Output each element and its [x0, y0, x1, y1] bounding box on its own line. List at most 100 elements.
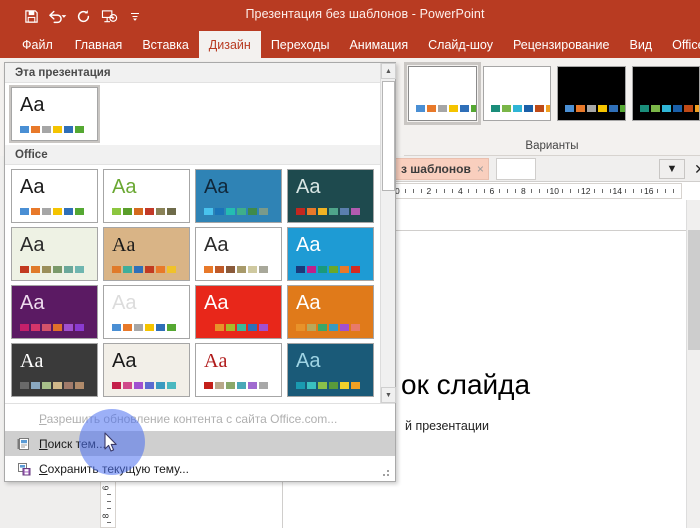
mouse-cursor: [104, 432, 119, 459]
theme-row: Aa Aa Aa Aa: [5, 281, 395, 339]
menu-item-1[interactable]: Поиск тем...: [5, 431, 395, 456]
ruler-tick: [107, 501, 111, 502]
gallery-scrollbar[interactable]: ▲ ▼: [380, 63, 396, 403]
ribbon-tab-7[interactable]: Рецензирование: [503, 31, 620, 58]
close-icon[interactable]: ✕: [687, 159, 700, 179]
scroll-up-icon[interactable]: ▲: [381, 63, 396, 79]
variant-swatches: [565, 105, 625, 112]
ruler-tick: [444, 189, 446, 193]
office-new-tab-button[interactable]: [496, 158, 536, 180]
theme-thumbnail-15[interactable]: Aa: [287, 343, 374, 397]
gallery-scrollbar-thumb[interactable]: [382, 81, 395, 191]
theme-thumbnail-12[interactable]: Aa: [11, 343, 98, 397]
theme-preview-text: Aa: [20, 176, 45, 198]
theme-preview-text: Aa: [204, 176, 229, 198]
ruler-tick: [515, 189, 517, 193]
theme-thumbnail-8[interactable]: Aa: [11, 285, 98, 339]
title-bar: Презентация без шаблонов - PowerPoint: [0, 0, 700, 31]
theme-preview-text: Aa: [204, 234, 229, 256]
ruler-tick: [420, 189, 422, 193]
ruler-tick: [412, 189, 414, 193]
ruler-tick: [404, 189, 406, 193]
theme-preview-text: Aa: [296, 292, 321, 314]
theme-thumbnail-13[interactable]: Aa: [103, 343, 190, 397]
ruler-tick: [601, 189, 603, 193]
variant-swatches: [490, 105, 551, 112]
slide-editing-area[interactable]: ок слайда й презентации: [282, 200, 700, 528]
office-tab-item[interactable]: з шаблонов ×: [392, 158, 489, 180]
theme-swatches: [20, 324, 84, 331]
variant-thumbnail-3[interactable]: [631, 66, 700, 121]
browse-themes-icon: [13, 435, 33, 453]
ruler-tick-label: 12: [581, 186, 591, 196]
ruler-tick: [593, 189, 595, 193]
ruler-tick-label: 8: [521, 186, 526, 196]
menu-item-0: Разрешить обновление контента с сайта Of…: [5, 406, 395, 431]
ruler-tick: [475, 189, 477, 193]
theme-thumbnail-9[interactable]: Aa: [103, 285, 190, 339]
theme-thumbnail-7[interactable]: Aa: [287, 227, 374, 281]
ruler-tick: [625, 189, 627, 193]
theme-swatches: [112, 208, 176, 215]
theme-swatches: [296, 266, 360, 273]
horizontal-ruler: 0 2 4 6 8 10 12 14 16: [392, 183, 682, 199]
current-theme-thumbnail[interactable]: Aa: [9, 85, 100, 143]
menu-divider: [5, 403, 395, 404]
themes-gallery-dropdown: Эта презентация Aa Office Aa Aa Aa Aa Aa Aa Aa…: [4, 62, 396, 482]
slide-title-placeholder[interactable]: ок слайда: [401, 369, 530, 401]
theme-swatches: [296, 382, 360, 389]
ruler-tick-label: 4: [458, 186, 463, 196]
ribbon-tab-1[interactable]: Главная: [65, 31, 133, 58]
theme-thumbnail-0[interactable]: Aa: [11, 169, 98, 223]
theme-thumbnail-2[interactable]: Aa: [195, 169, 282, 223]
ruler-tick-label: 8: [100, 513, 111, 519]
ruler-tick-label: 2: [426, 186, 432, 196]
theme-preview-text: Aa: [112, 234, 136, 256]
ruler-tick: [546, 189, 548, 193]
variant-thumbnail-1[interactable]: [482, 66, 551, 121]
slide-subtitle-placeholder[interactable]: й презентации: [405, 419, 489, 433]
theme-preview-text: Aa: [20, 350, 44, 372]
variant-thumbnail-0[interactable]: [404, 62, 481, 125]
ruler-tick: [483, 189, 485, 193]
window-title: Презентация без шаблонов - PowerPoint: [245, 7, 485, 21]
ruler-tick: [570, 189, 572, 193]
ribbon-tab-8[interactable]: Вид: [619, 31, 662, 58]
ruler-tick: [530, 189, 532, 193]
theme-thumbnail-14[interactable]: Aa: [195, 343, 282, 397]
resize-grip[interactable]: [381, 468, 391, 478]
theme-thumbnail-1[interactable]: Aa: [103, 169, 190, 223]
ribbon-tab-3[interactable]: Дизайн: [198, 31, 261, 58]
theme-swatches: [20, 208, 84, 215]
scrollbar-thumb[interactable]: [688, 230, 700, 350]
theme-thumbnail-3[interactable]: Aa: [287, 169, 374, 223]
theme-thumbnail-5[interactable]: Aa: [103, 227, 190, 281]
theme-thumbnail-6[interactable]: Aa: [195, 227, 282, 281]
vertical-scrollbar[interactable]: [686, 200, 700, 528]
ribbon-tab-0[interactable]: Файл: [8, 31, 65, 58]
gallery-section-header-current: Эта презентация: [5, 63, 395, 83]
ribbon-tab-9[interactable]: Office Tab: [662, 31, 700, 58]
ribbon-tab-4[interactable]: Переходы: [261, 31, 340, 58]
close-icon[interactable]: ×: [477, 162, 484, 176]
theme-preview-text: Aa: [204, 350, 228, 372]
theme-swatches: [112, 382, 176, 389]
ribbon-tab-6[interactable]: Слайд-шоу: [418, 31, 503, 58]
theme-thumbnail-11[interactable]: Aa: [287, 285, 374, 339]
chevron-down-icon[interactable]: ▼: [659, 159, 685, 179]
ruler-tick-label: 16: [644, 186, 654, 196]
theme-thumbnail-10[interactable]: Aa: [195, 285, 282, 339]
theme-row: Aa Aa Aa Aa: [5, 165, 395, 223]
menu-item-2[interactable]: Сохранить текущую тему...: [5, 456, 395, 481]
theme-thumbnail-4[interactable]: Aa: [11, 227, 98, 281]
ribbon-tab-5[interactable]: Анимация: [339, 31, 418, 58]
theme-preview-text: Aa: [112, 292, 137, 314]
ribbon-tab-2[interactable]: Вставка: [132, 31, 198, 58]
variants-group-label: Варианты: [525, 140, 579, 152]
ruler-tick: [507, 189, 509, 193]
ruler-tick: [656, 189, 658, 193]
ribbon-tab-bar: Файл Главная Вставка Дизайн Переходы Анимация…: [0, 31, 700, 58]
theme-row: Aa Aa Aa Aa: [5, 339, 395, 397]
theme-swatches: [204, 208, 268, 215]
variant-thumbnail-2[interactable]: [557, 66, 626, 121]
